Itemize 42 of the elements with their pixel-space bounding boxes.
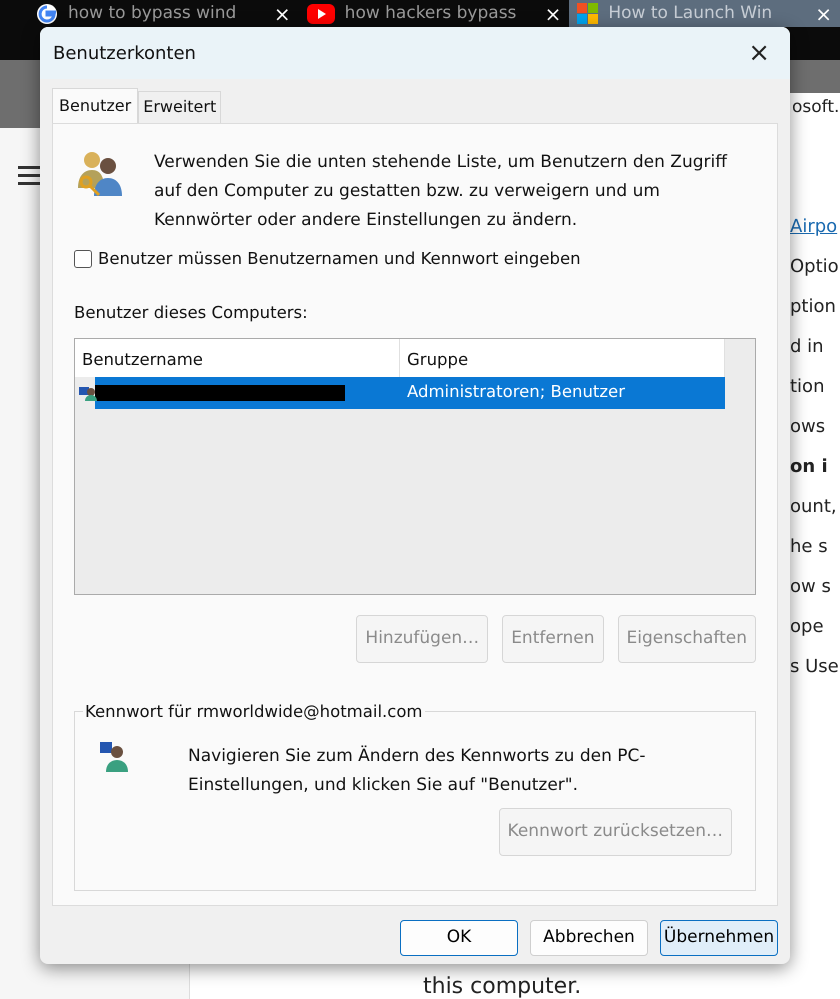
table-cell[interactable]: Administratoren; Benutzer [400, 376, 725, 408]
intro-text: Verwenden Sie die unten stehende Liste, um Benutzern den Zugriff auf den Computer zu gestatten bzw. zu verweigern und um Kennwörter oder andere Einstellungen zu ändern. [154, 151, 728, 232]
checkbox-label: Benutzer müssen Benutzernamen und Kennwort eingeben [98, 248, 581, 270]
menu-icon [18, 166, 42, 186]
page-text: this computer. [423, 973, 582, 999]
close-icon[interactable]: × [544, 0, 562, 28]
page-text: Optio [790, 255, 840, 279]
close-icon[interactable]: × [274, 0, 291, 28]
page-text: ow s [790, 575, 832, 599]
tab-title: how hackers bypass [344, 2, 518, 25]
apply-button[interactable]: Übernehmen [660, 920, 778, 956]
page-text: on i [790, 455, 829, 479]
tab[interactable]: Benutzer [52, 88, 138, 123]
info-text: Navigieren Sie zum Ändern des Kennworts zu den PC-Einstellungen, und klicken Sie auf "Benutzer". [188, 744, 647, 796]
cancel-button[interactable]: Abbrechen [530, 920, 648, 956]
page-text: ope [790, 615, 825, 639]
play-icon [306, 2, 335, 24]
close-icon[interactable]: × [815, 0, 832, 28]
page-text: ows [790, 415, 826, 439]
page-link[interactable]: Airpo [790, 214, 840, 240]
ok-button[interactable]: OK [400, 920, 518, 956]
close-button[interactable]: × [742, 39, 776, 67]
address-bar[interactable]: osoft. [790, 92, 840, 128]
ring-icon [36, 2, 58, 24]
page-text: d in [790, 335, 825, 359]
tab[interactable]: Erweitert [138, 91, 222, 123]
checkbox[interactable] [74, 250, 92, 268]
page-text: he s [790, 535, 829, 559]
page-text: ount, [790, 495, 838, 519]
page-text: ption [790, 295, 837, 319]
page-text: s Use [790, 655, 840, 679]
browser-tab[interactable]: how to bypass wind × [28, 0, 299, 27]
browser-tab[interactable]: how hackers bypass × [298, 0, 570, 27]
user-icon [79, 384, 97, 400]
window-title: Benutzerkonten [53, 42, 196, 66]
tab-title: how to bypass wind [68, 2, 238, 25]
squares-icon [577, 3, 598, 24]
page-text: tion [790, 375, 826, 399]
user-icon [100, 742, 130, 772]
tab-title: How to Launch Win [608, 2, 774, 25]
list-label: Benutzer dieses Computers: [74, 302, 309, 324]
browser-tab[interactable]: How to Launch Win × [569, 0, 840, 27]
